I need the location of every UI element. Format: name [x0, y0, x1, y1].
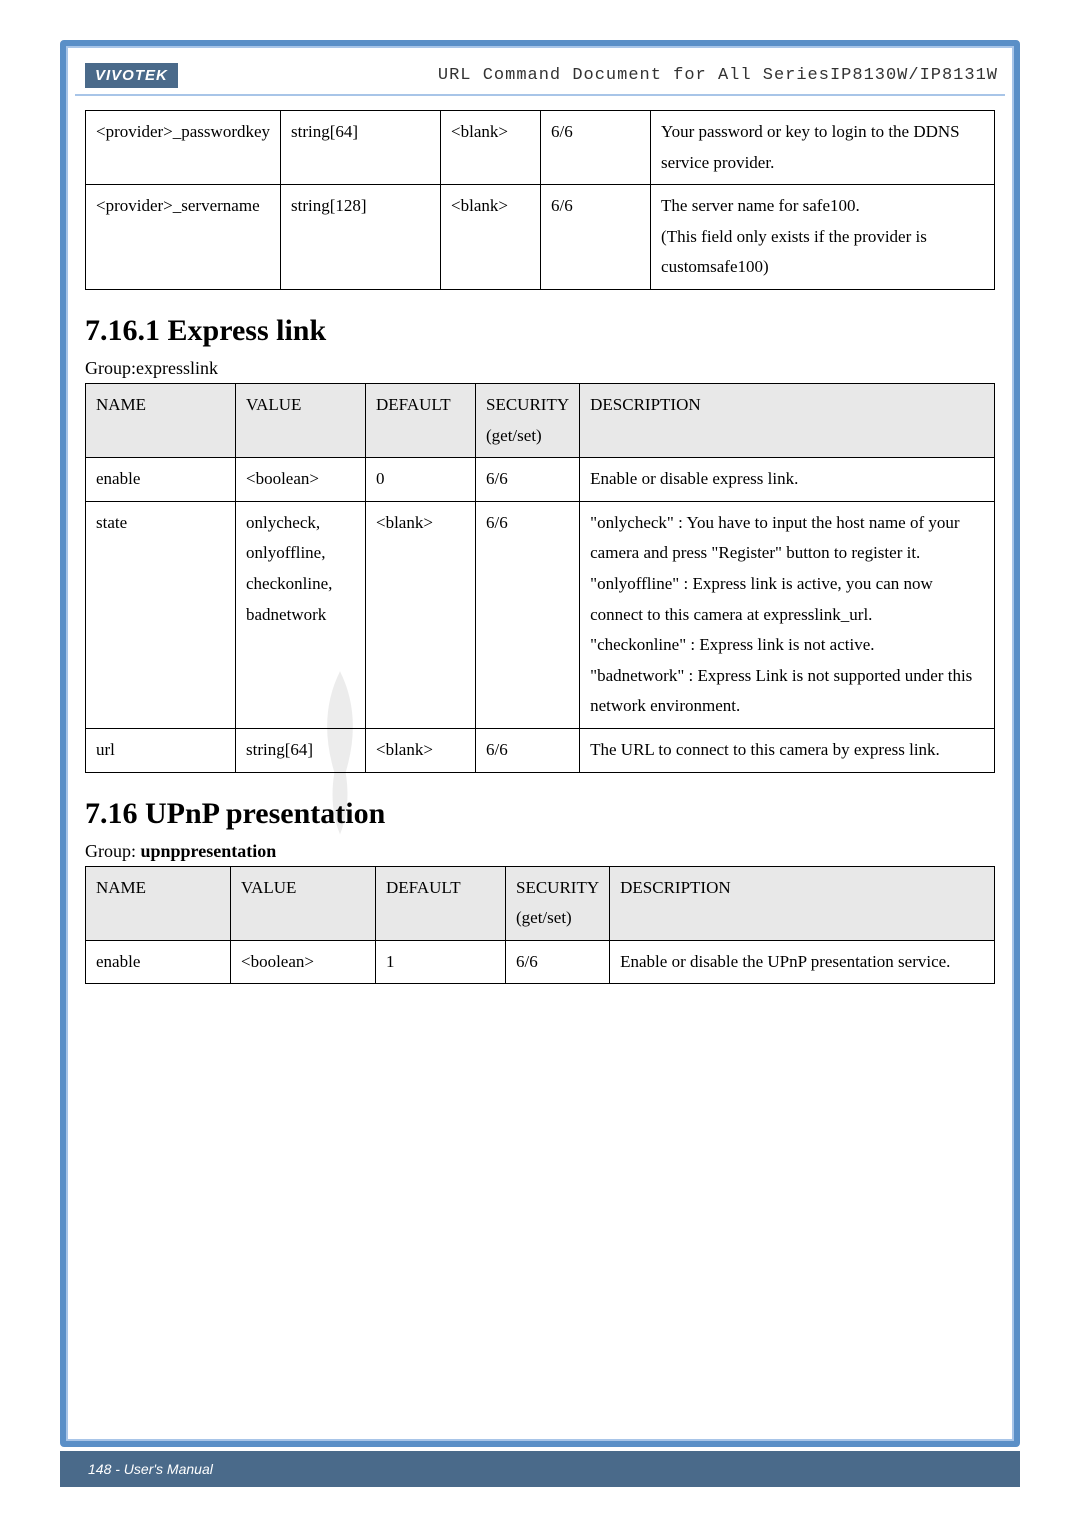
- cell-description: Enable or disable the UPnP presentation …: [610, 940, 995, 984]
- cell-description: "onlycheck" : You have to input the host…: [580, 501, 995, 728]
- header-divider: [75, 94, 1005, 96]
- cell-description: Enable or disable express link.: [580, 458, 995, 502]
- th-description: DESCRIPTION: [610, 866, 995, 940]
- cell-name: enable: [86, 458, 236, 502]
- th-name: NAME: [86, 866, 231, 940]
- cell-value: <boolean>: [236, 458, 366, 502]
- footer-page-number: 148 - User's Manual: [88, 1461, 213, 1477]
- cell-security: 6/6: [541, 185, 651, 290]
- cell-security: 6/6: [541, 111, 651, 185]
- cell-default: 1: [376, 940, 506, 984]
- th-value: VALUE: [231, 866, 376, 940]
- th-value: VALUE: [236, 383, 366, 457]
- group-label-expresslink: Group:expresslink: [85, 358, 995, 379]
- th-default: DEFAULT: [376, 866, 506, 940]
- cell-default: <blank>: [366, 728, 476, 772]
- cell-name: enable: [86, 940, 231, 984]
- heading-express-link: 7.16.1 Express link: [85, 314, 995, 348]
- table-row: enable <boolean> 1 6/6 Enable or disable…: [86, 940, 995, 984]
- cell-security: 6/6: [506, 940, 610, 984]
- cell-value: <boolean>: [231, 940, 376, 984]
- th-name: NAME: [86, 383, 236, 457]
- cell-name: url: [86, 728, 236, 772]
- th-default: DEFAULT: [366, 383, 476, 457]
- document-title: URL Command Document for All SeriesIP813…: [438, 66, 998, 85]
- table-row: <provider>_servername string[128] <blank…: [86, 185, 995, 290]
- cell-security: 6/6: [476, 501, 580, 728]
- table-row: url string[64] <blank> 6/6 The URL to co…: [86, 728, 995, 772]
- page-footer: 148 - User's Manual: [60, 1451, 1020, 1487]
- cell-default: <blank>: [441, 185, 541, 290]
- group-label-upnp: Group: upnppresentation: [85, 841, 995, 862]
- cell-name: state: [86, 501, 236, 728]
- table-header-row: NAME VALUE DEFAULT SECURITY (get/set) DE…: [86, 383, 995, 457]
- cell-value: string[64]: [281, 111, 441, 185]
- cell-description: The URL to connect to this camera by exp…: [580, 728, 995, 772]
- cell-description: The server name for safe100. (This field…: [651, 185, 995, 290]
- page-content: <provider>_passwordkey string[64] <blank…: [85, 110, 995, 1427]
- group-prefix: Group:: [85, 841, 141, 861]
- cell-name: <provider>_passwordkey: [86, 111, 281, 185]
- cell-value: onlycheck, onlyoffline, checkonline, bad…: [236, 501, 366, 728]
- th-description: DESCRIPTION: [580, 383, 995, 457]
- brand-logo: VIVOTEK: [85, 63, 178, 88]
- cell-value: string[64]: [236, 728, 366, 772]
- cell-default: <blank>: [441, 111, 541, 185]
- cell-name: <provider>_servername: [86, 185, 281, 290]
- table-expresslink: NAME VALUE DEFAULT SECURITY (get/set) DE…: [85, 383, 995, 773]
- cell-value: string[128]: [281, 185, 441, 290]
- page-header: VIVOTEK URL Command Document for All Ser…: [70, 50, 1010, 100]
- group-name-bold: upnppresentation: [141, 841, 277, 861]
- table-header-row: NAME VALUE DEFAULT SECURITY (get/set) DE…: [86, 866, 995, 940]
- cell-security: 6/6: [476, 458, 580, 502]
- th-security: SECURITY (get/set): [476, 383, 580, 457]
- heading-upnp-presentation: 7.16 UPnP presentation: [85, 797, 995, 831]
- cell-security: 6/6: [476, 728, 580, 772]
- table-ddns-continuation: <provider>_passwordkey string[64] <blank…: [85, 110, 995, 290]
- table-upnp: NAME VALUE DEFAULT SECURITY (get/set) DE…: [85, 866, 995, 985]
- table-row: state onlycheck, onlyoffline, checkonlin…: [86, 501, 995, 728]
- cell-default: <blank>: [366, 501, 476, 728]
- th-security: SECURITY (get/set): [506, 866, 610, 940]
- table-row: enable <boolean> 0 6/6 Enable or disable…: [86, 458, 995, 502]
- cell-default: 0: [366, 458, 476, 502]
- table-row: <provider>_passwordkey string[64] <blank…: [86, 111, 995, 185]
- cell-description: Your password or key to login to the DDN…: [651, 111, 995, 185]
